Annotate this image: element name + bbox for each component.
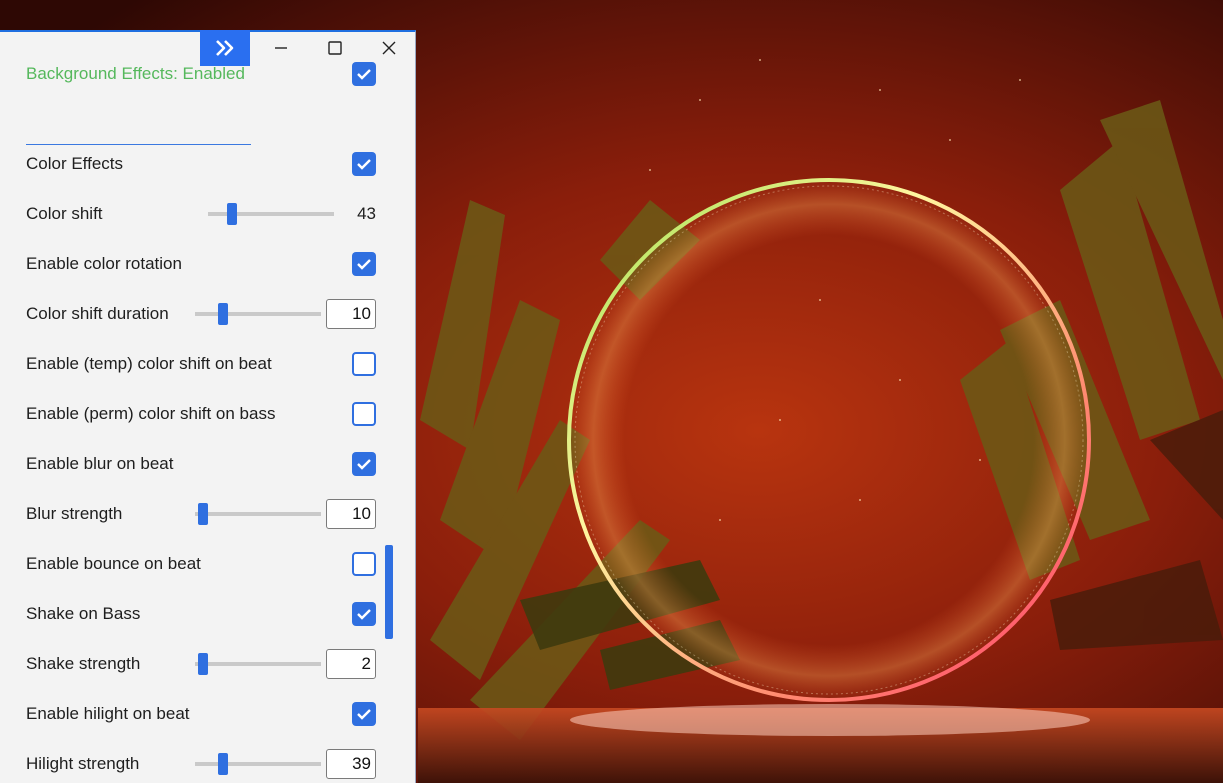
- color-shift-row: Color shift 43: [26, 198, 378, 230]
- color-effects-checkbox[interactable]: [352, 152, 376, 176]
- enable-color-rotation-row: Enable color rotation: [26, 248, 378, 280]
- minimize-button[interactable]: [254, 30, 308, 66]
- panel-scrollbar[interactable]: [385, 545, 393, 639]
- color-shift-slider-thumb[interactable]: [227, 203, 237, 225]
- shake-on-bass-checkbox[interactable]: [352, 602, 376, 626]
- check-icon: [357, 159, 371, 170]
- shake-strength-slider[interactable]: [195, 653, 321, 675]
- check-icon: [357, 69, 371, 80]
- section-divider: [26, 144, 251, 145]
- check-icon: [357, 709, 371, 720]
- close-button[interactable]: [362, 30, 416, 66]
- color-shift-slider[interactable]: [208, 203, 334, 225]
- enable-temp-color-shift-on-beat-checkbox[interactable]: [352, 352, 376, 376]
- double-chevron-right-icon: [216, 40, 234, 56]
- color-effects-label: Color Effects: [26, 154, 124, 173]
- color-shift-value: 43: [357, 204, 376, 223]
- check-icon: [357, 459, 371, 470]
- color-shift-duration-slider-thumb[interactable]: [218, 303, 228, 325]
- hilight-strength-slider-thumb[interactable]: [218, 753, 228, 775]
- settings-panel: Background Effects: Enabled Color Effect…: [0, 30, 416, 783]
- enable-bounce-on-beat-row: Enable bounce on beat: [26, 548, 378, 580]
- enable-perm-color-shift-on-bass-checkbox[interactable]: [352, 402, 376, 426]
- color-shift-duration-slider[interactable]: [195, 303, 321, 325]
- maximize-button[interactable]: [308, 30, 362, 66]
- hilight-strength-slider[interactable]: [195, 753, 321, 775]
- window-titlebar: [0, 30, 416, 66]
- enable-temp-color-shift-on-beat-label: Enable (temp) color shift on beat: [26, 354, 272, 373]
- enable-bounce-on-beat-label: Enable bounce on beat: [26, 554, 201, 573]
- shake-strength-slider-thumb[interactable]: [198, 653, 208, 675]
- enable-bounce-on-beat-checkbox[interactable]: [352, 552, 376, 576]
- color-effects-row: Color Effects: [26, 148, 378, 180]
- enable-hilight-on-beat-checkbox[interactable]: [352, 702, 376, 726]
- shake-on-bass-row: Shake on Bass: [26, 598, 378, 630]
- enable-color-rotation-label: Enable color rotation: [26, 254, 182, 273]
- enable-color-rotation-checkbox[interactable]: [352, 252, 376, 276]
- blur-strength-row: Blur strength 10: [26, 498, 378, 530]
- color-shift-duration-input[interactable]: 10: [326, 299, 376, 329]
- blur-strength-input[interactable]: 10: [326, 499, 376, 529]
- blur-strength-slider-thumb[interactable]: [198, 503, 208, 525]
- enable-perm-color-shift-on-bass-row: Enable (perm) color shift on bass: [26, 398, 378, 430]
- close-icon: [382, 41, 396, 55]
- enable-hilight-on-beat-row: Enable hilight on beat: [26, 698, 378, 730]
- hilight-strength-input[interactable]: 39: [326, 749, 376, 779]
- blur-strength-slider[interactable]: [195, 503, 321, 525]
- check-icon: [357, 609, 371, 620]
- minimize-icon: [275, 47, 287, 49]
- enable-temp-color-shift-on-beat-row: Enable (temp) color shift on beat: [26, 348, 378, 380]
- shake-strength-row: Shake strength 2: [26, 648, 378, 680]
- hilight-strength-row: Hilight strength 39: [26, 748, 378, 780]
- color-shift-duration-row: Color shift duration 10: [26, 298, 378, 330]
- maximize-icon: [328, 41, 342, 55]
- collapse-panel-button[interactable]: [200, 30, 250, 66]
- enable-blur-on-beat-checkbox[interactable]: [352, 452, 376, 476]
- shake-on-bass-label: Shake on Bass: [26, 604, 141, 623]
- enable-blur-on-beat-label: Enable blur on beat: [26, 454, 174, 473]
- enable-hilight-on-beat-label: Enable hilight on beat: [26, 704, 190, 723]
- check-icon: [357, 259, 371, 270]
- shake-strength-input[interactable]: 2: [326, 649, 376, 679]
- enable-blur-on-beat-row: Enable blur on beat: [26, 448, 378, 480]
- enable-perm-color-shift-on-bass-label: Enable (perm) color shift on bass: [26, 404, 276, 423]
- background-effects-label: Background Effects: Enabled: [26, 64, 245, 83]
